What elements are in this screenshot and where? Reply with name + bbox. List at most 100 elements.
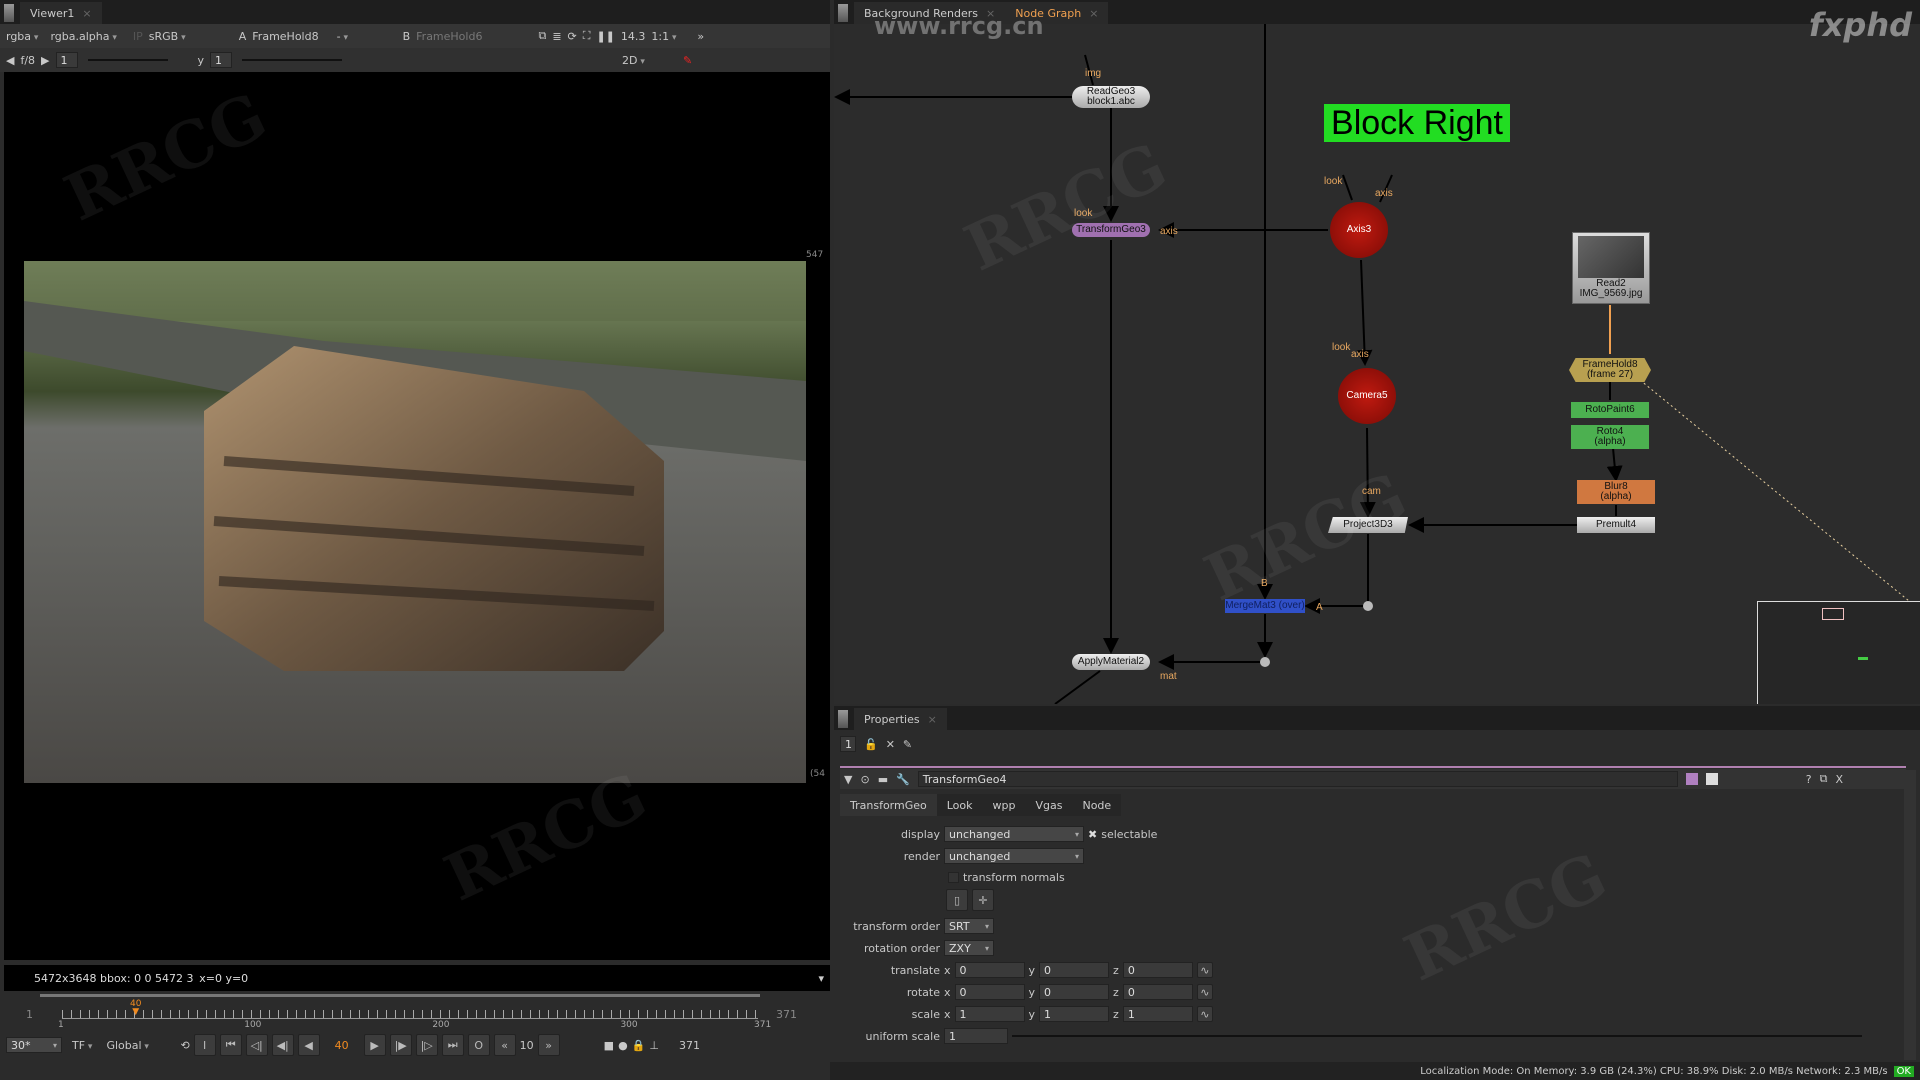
node-name-input[interactable]: TransformGeo4 (917, 771, 1678, 787)
tab-look[interactable]: Look (936, 794, 983, 816)
display-select[interactable]: unchanged (944, 826, 1084, 842)
close-icon[interactable]: X (1836, 773, 1844, 786)
dot-node[interactable] (1260, 657, 1270, 667)
out-point-button[interactable]: O (467, 1034, 490, 1056)
node-transformgeo3[interactable]: TransformGeo3 (1072, 223, 1150, 237)
tab-transformgeo[interactable]: TransformGeo (840, 794, 937, 816)
loop-mode-icon[interactable]: ⟲ (180, 1039, 189, 1052)
edit-icon[interactable]: ✎ (903, 738, 912, 751)
dot-node[interactable] (1363, 601, 1373, 611)
node-color-icon[interactable] (1685, 773, 1698, 785)
node-camera5[interactable]: Camera5 (1338, 368, 1396, 424)
transform-order-select[interactable]: SRT (944, 918, 994, 934)
prev-keyframe-icon[interactable]: ◁| (245, 1034, 268, 1056)
status-bar: Localization Mode: On Memory: 3.9 GB (24… (830, 1062, 1920, 1080)
curve-icon[interactable]: ∿ (1196, 984, 1213, 1000)
node-read2[interactable]: Read2 IMG_9569.jpg (1572, 232, 1650, 304)
scale-x-input[interactable]: 1 (954, 1006, 1025, 1022)
axis-handle-icon[interactable]: ✛ (972, 889, 994, 911)
uniform-scale-input[interactable]: 1 (944, 1028, 1008, 1044)
selectable-checkbox[interactable]: ✖ (1088, 828, 1097, 841)
pin-label: look (1074, 208, 1093, 219)
record-icon[interactable]: ● (618, 1039, 628, 1052)
close-icon[interactable]: × (928, 713, 937, 726)
lock-icon[interactable]: 🔓 (864, 738, 878, 751)
backdrop-block-right[interactable]: Block Right (1324, 104, 1510, 142)
node-axis3[interactable]: Axis3 (1330, 202, 1388, 258)
collapse-icon[interactable]: ▼ (844, 773, 852, 786)
node-blur8[interactable]: Blur8 (alpha) (1577, 480, 1655, 504)
current-frame-input[interactable]: 40 (324, 1037, 360, 1053)
node-applymaterial2[interactable]: ApplyMaterial2 (1072, 654, 1150, 670)
next-keyframe-icon[interactable]: |▷ (415, 1034, 438, 1056)
minimap-viewport[interactable] (1822, 608, 1844, 620)
prev-frame-icon[interactable]: ◀| (271, 1034, 294, 1056)
timeline-playhead[interactable]: 40 ▼ (126, 999, 146, 1017)
scale-y-input[interactable]: 1 (1039, 1006, 1110, 1022)
scope-select[interactable]: Global (106, 1039, 176, 1052)
tf-select[interactable]: TF (72, 1039, 92, 1052)
transform-normals-checkbox[interactable] (948, 871, 959, 883)
node-readgeo3[interactable]: ReadGeo3 block1.abc (1072, 86, 1150, 108)
node-project3d3[interactable]: Project3D3 (1328, 517, 1408, 533)
translate-z-input[interactable]: 0 (1122, 962, 1193, 978)
node-premult4[interactable]: Premult4 (1577, 517, 1655, 533)
timeline-tick-label: 100 (244, 1020, 262, 1030)
first-frame-icon[interactable]: ⏮ (219, 1034, 242, 1056)
curve-icon[interactable]: ∿ (1196, 1006, 1213, 1022)
in-point-button[interactable]: I (193, 1034, 216, 1056)
rotate-x-input[interactable]: 0 (954, 984, 1025, 1000)
node-roto4[interactable]: Roto4 (alpha) (1571, 425, 1649, 449)
tab-vgas[interactable]: Vgas (1025, 794, 1073, 816)
node-rotopaint6[interactable]: RotoPaint6 (1571, 402, 1649, 418)
next-frame-icon[interactable]: |▶ (389, 1034, 412, 1056)
play-forward-icon[interactable]: ▶ (363, 1034, 386, 1056)
viewer-toggle-icon[interactable]: ⊙ (860, 773, 869, 786)
rotate-y-input[interactable]: 0 (1039, 984, 1110, 1000)
fps-select[interactable]: 30* (6, 1037, 62, 1053)
node-framehold8[interactable]: FrameHold8 (frame 27) (1569, 358, 1651, 382)
camera-icon[interactable]: ▬ (878, 773, 888, 786)
tab-wpp[interactable]: wpp (982, 794, 1026, 816)
tab-node[interactable]: Node (1072, 794, 1122, 816)
frame-step-input[interactable]: 10 (520, 1039, 534, 1052)
timeline[interactable]: 1 1 100 200 300 371 40 ▼ 371 (0, 994, 830, 1030)
rotation-order-select[interactable]: ZXY (944, 940, 994, 956)
playhead-marker-icon[interactable]: ⊥ (649, 1039, 659, 1052)
render-label: render (903, 849, 940, 863)
translate-y-input[interactable]: 0 (1039, 962, 1110, 978)
tab-properties[interactable]: Properties × (854, 708, 947, 730)
render-select[interactable]: unchanged (944, 848, 1084, 864)
float-icon[interactable]: ⧉ (1820, 772, 1828, 786)
max-panels-input[interactable]: 1 (840, 736, 856, 752)
info-toggle-icon[interactable]: ▾ (818, 972, 824, 985)
end-frame-field[interactable]: 371 (679, 1039, 700, 1052)
node-graph-minimap[interactable] (1757, 601, 1920, 704)
help-icon[interactable]: ? (1806, 773, 1812, 786)
pin-label: axis (1351, 349, 1369, 360)
wrench-icon[interactable]: 🔧 (896, 773, 910, 786)
scale-z-input[interactable]: 1 (1122, 1006, 1193, 1022)
properties-panel: Properties × 1 🔓 ✕ ✎ ▼ ⊙ ▬ 🔧 TransformGeo… (834, 706, 1920, 1080)
rotate-z-input[interactable]: 0 (1122, 984, 1193, 1000)
translate-x-input[interactable]: 0 (954, 962, 1025, 978)
uniform-scale-slider[interactable] (1012, 1035, 1862, 1037)
clear-panels-icon[interactable]: ✕ (886, 738, 895, 751)
lock-icon[interactable]: 🔒 (632, 1039, 646, 1052)
flipbook-icon[interactable]: ■ (604, 1039, 614, 1052)
timeline-start: 1 (26, 1008, 33, 1021)
panel-grip-icon[interactable] (838, 710, 848, 728)
curve-icon[interactable]: ∿ (1196, 962, 1213, 978)
last-frame-icon[interactable]: ⏭ (441, 1034, 464, 1056)
playhead-frame: 40 (130, 999, 142, 1009)
node-mergemat3[interactable]: MergeMat3 (over) (1225, 599, 1305, 613)
status-ok-badge: OK (1893, 1065, 1914, 1077)
properties-scrollbar[interactable] (1904, 770, 1916, 1060)
matrix-icon[interactable]: ▯ (946, 889, 968, 911)
skip-back-icon[interactable]: « (493, 1034, 516, 1056)
play-backward-icon[interactable]: ◀ (297, 1034, 320, 1056)
timeline-range-bar[interactable] (40, 994, 760, 997)
transform-order-label: transform order (853, 919, 940, 933)
skip-forward-icon[interactable]: » (537, 1034, 560, 1056)
gl-color-icon[interactable] (1705, 773, 1718, 785)
